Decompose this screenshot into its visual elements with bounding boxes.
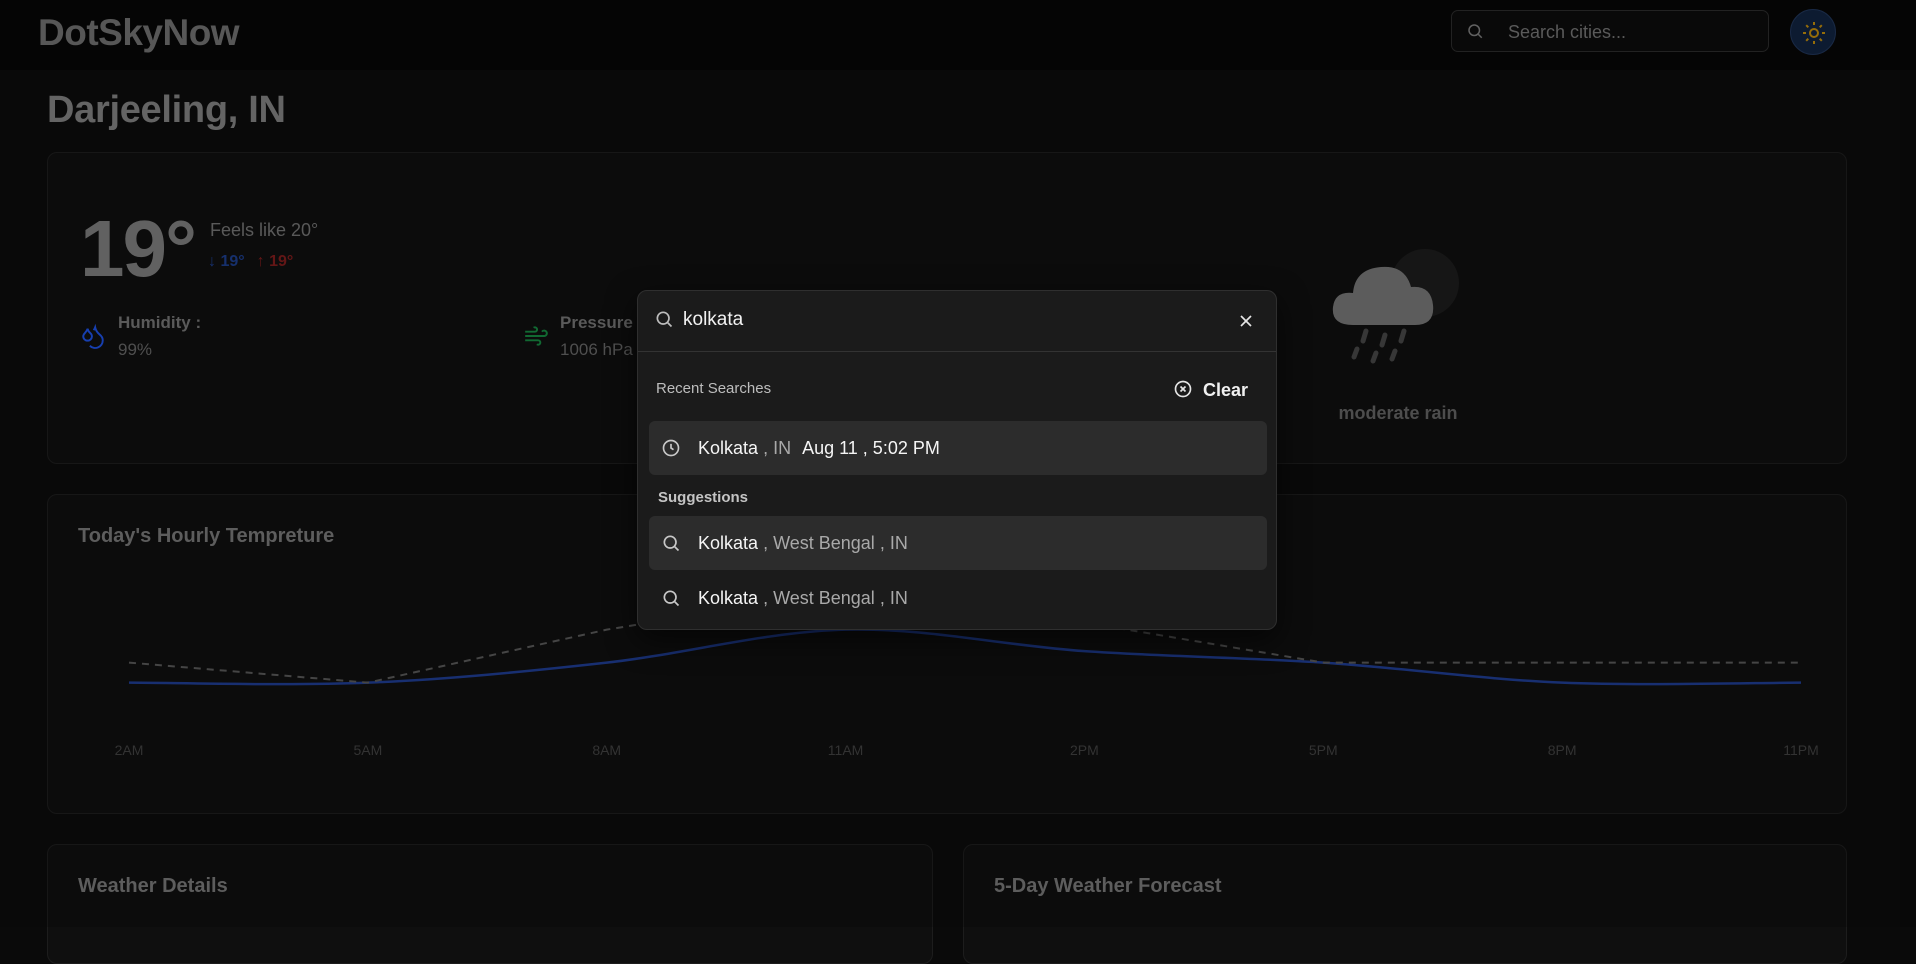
recent-searches-label: Recent Searches: [656, 380, 772, 397]
suggestions-label: Suggestions: [658, 489, 749, 506]
suggestion-item[interactable]: Kolkata , West Bengal , IN: [649, 571, 1267, 625]
recent-city-name: Kolkata: [698, 438, 759, 458]
suggestion-city-name: Kolkata: [698, 588, 759, 608]
suggestion-item[interactable]: Kolkata , West Bengal , IN: [649, 516, 1267, 570]
suggestion-country: , IN: [879, 588, 908, 608]
recent-search-item[interactable]: Kolkata , IN Aug 11 , 5:02 PM: [649, 421, 1267, 475]
search-icon: [661, 588, 681, 613]
recent-city-country: , IN: [763, 438, 792, 458]
clock-icon: [661, 438, 681, 463]
suggestion-state: , West Bengal: [763, 588, 875, 608]
clear-label: Clear: [1203, 380, 1249, 400]
recent-search-time: Aug 11 , 5:02 PM: [802, 438, 940, 458]
suggestion-state: , West Bengal: [763, 533, 875, 553]
search-icon: [661, 533, 681, 558]
close-icon[interactable]: [1236, 311, 1256, 331]
search-icon: [654, 309, 674, 334]
suggestion-country: , IN: [879, 533, 908, 553]
search-dropdown: kolkata Recent Searches Clear Kolkata , …: [637, 290, 1277, 630]
search-dropdown-header: kolkata: [638, 291, 1276, 352]
x-circle-icon: [1174, 380, 1192, 398]
suggestion-city-name: Kolkata: [698, 533, 759, 553]
search-query[interactable]: kolkata: [683, 309, 743, 331]
